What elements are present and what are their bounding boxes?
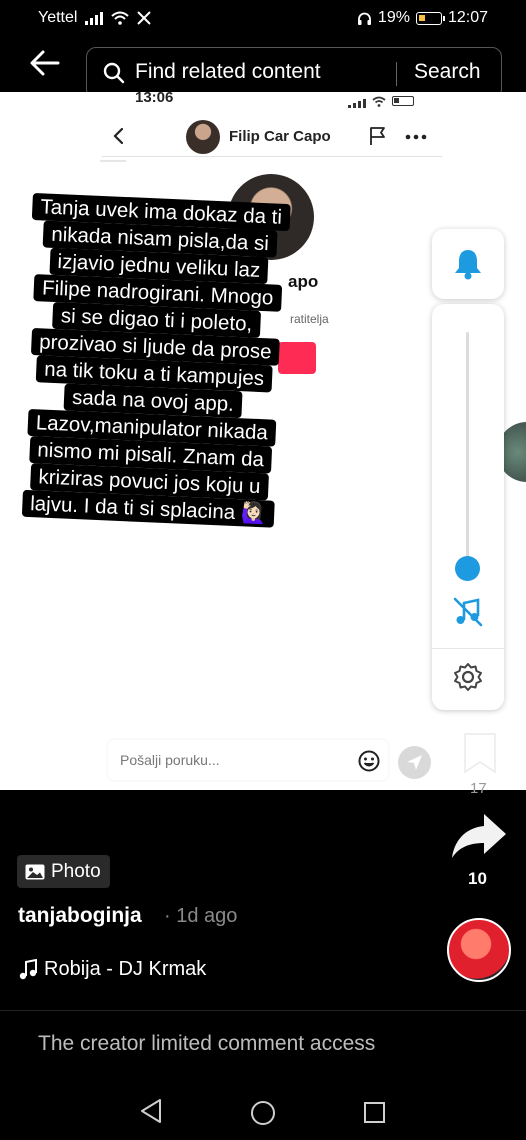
chat-back-icon: [113, 127, 124, 145]
send-icon: [407, 755, 422, 770]
nav-back-icon[interactable]: [140, 1098, 162, 1124]
wifi-icon: [111, 11, 130, 25]
message-placeholder: Pošalji poruku...: [120, 752, 220, 768]
volume-panel: [432, 304, 504, 710]
battery-icon: [415, 11, 445, 25]
bookmark-icon[interactable]: [462, 732, 498, 774]
system-nav-bar: [0, 1084, 526, 1140]
bookmark-count: 17: [470, 780, 487, 797]
more-dots-icon: [405, 134, 427, 140]
chat-header-divider: [102, 156, 442, 157]
author-username[interactable]: tanjaboginja: [18, 904, 142, 928]
search-button[interactable]: Search: [414, 60, 481, 84]
share-icon[interactable]: [450, 812, 508, 862]
music-note-icon: [19, 958, 37, 979]
back-arrow-icon[interactable]: [28, 46, 62, 80]
send-button: [398, 746, 431, 779]
divider-line: [100, 160, 126, 162]
x-app-icon: [137, 11, 152, 25]
search-divider: [396, 62, 397, 86]
chat-name: Filip Car Capo: [229, 128, 331, 145]
notification-bell-button[interactable]: [432, 229, 504, 299]
caption-overlay: Tanja uvek ima dokaz da ti nikada nisam …: [0, 192, 312, 529]
status-bar: Yettel 19% 12:07: [0, 0, 526, 34]
comment-divider: [0, 1010, 526, 1011]
bell-icon: [455, 250, 481, 280]
photo-type-badge: Photo: [17, 855, 110, 888]
creator-avatar[interactable]: [447, 918, 511, 982]
screenshot-signal-icon: [348, 94, 366, 108]
music-off-icon[interactable]: [452, 596, 484, 628]
share-count: 10: [468, 869, 487, 888]
search-icon: [103, 62, 125, 84]
volume-slider-track[interactable]: [466, 332, 469, 564]
smiley-icon: [358, 750, 380, 772]
message-input: Pošalji poruku...: [108, 740, 388, 780]
screenshot-status-time: 13:06: [135, 92, 174, 106]
headphones-icon: [357, 12, 371, 25]
comment-access-notice: The creator limited comment access: [38, 1032, 376, 1055]
flag-icon: [370, 127, 385, 145]
top-bar: Find related content Search: [0, 34, 526, 99]
sound-link[interactable]: Robija - DJ Krmak: [18, 958, 206, 981]
screenshot-battery-icon: [392, 96, 414, 106]
carrier-label: Yettel: [38, 9, 78, 26]
sound-name: Robija - DJ Krmak: [44, 958, 207, 980]
clock: 12:07: [447, 9, 488, 26]
battery-percent: 19%: [377, 9, 410, 26]
post-time: · 1d ago: [164, 905, 238, 927]
panel-divider: [432, 648, 504, 649]
gear-icon[interactable]: [453, 662, 483, 692]
photo-icon: [25, 864, 45, 879]
photo-type-label: Photo: [51, 860, 101, 882]
search-input[interactable]: Find related content: [135, 60, 385, 84]
volume-slider-knob[interactable]: [455, 556, 480, 581]
post-photo[interactable]: 13:06 Filip Car Capo apo ratitelja Tanja…: [0, 92, 526, 790]
screenshot-status-icons: [348, 94, 414, 108]
nav-recents-icon[interactable]: [364, 1102, 385, 1123]
chat-avatar: [186, 120, 220, 154]
signal-icon: [85, 11, 104, 25]
screenshot-wifi-icon: [372, 96, 386, 107]
nav-home-icon[interactable]: [251, 1101, 275, 1125]
